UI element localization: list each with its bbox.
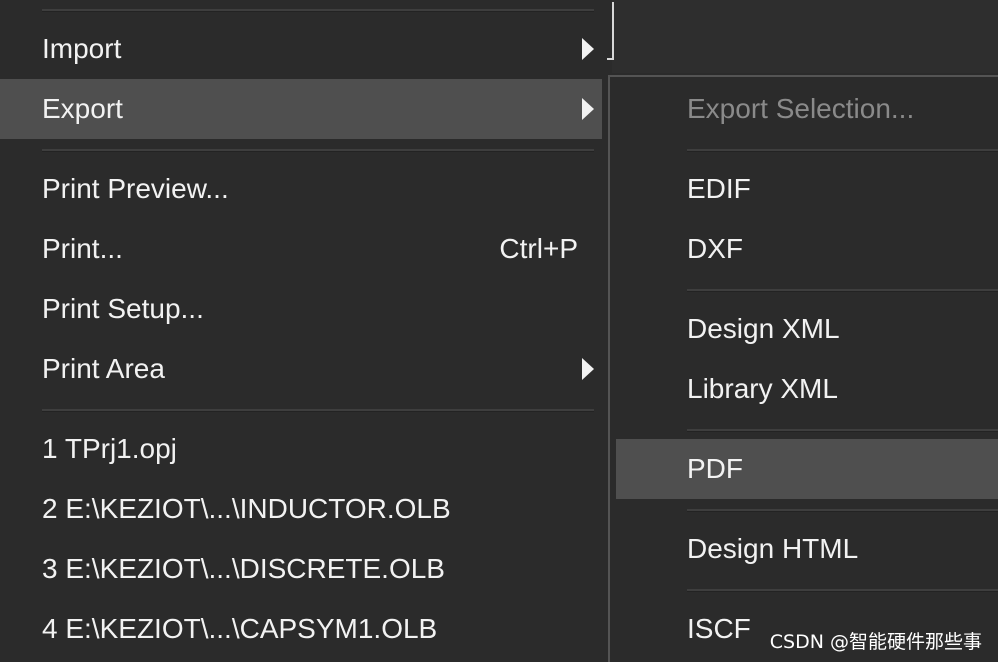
submenu-item-label: EDIF bbox=[687, 173, 751, 204]
submenu-item-pdf[interactable]: PDF bbox=[616, 439, 998, 499]
recent-file-3[interactable]: 3 E:\KEZIOT\...\DISCRETE.OLB bbox=[0, 539, 602, 599]
submenu-arrow-icon bbox=[582, 98, 594, 120]
watermark: CSDN @智能硬件那些事 bbox=[769, 631, 982, 653]
submenu-item-design-html[interactable]: Design HTML bbox=[610, 519, 998, 579]
submenu-arrow-icon bbox=[582, 38, 594, 60]
menu-item-shortcut: Ctrl+P bbox=[499, 233, 578, 264]
submenu-item-label: Library XML bbox=[687, 373, 838, 404]
submenu-item-design-xml[interactable]: Design XML bbox=[610, 299, 998, 359]
menu-item-label: 4 E:\KEZIOT\...\CAPSYM1.OLB bbox=[42, 613, 438, 644]
menu-item-print-area[interactable]: Print Area bbox=[0, 339, 602, 399]
menu-separator bbox=[687, 589, 998, 592]
submenu-item-label: DXF bbox=[687, 233, 743, 264]
menu-item-import[interactable]: Import bbox=[0, 19, 602, 79]
menu-item-print-preview[interactable]: Print Preview... bbox=[0, 159, 602, 219]
menu-item-export[interactable]: Export bbox=[0, 79, 602, 139]
menu-item-label: Import bbox=[42, 33, 122, 64]
menu-separator bbox=[42, 149, 594, 152]
window-background bbox=[612, 0, 998, 73]
submenu-item-export-selection: Export Selection... bbox=[610, 79, 998, 139]
menu-separator bbox=[687, 149, 998, 152]
menu-separator bbox=[42, 409, 594, 412]
menu-item-label: Print Preview... bbox=[42, 173, 229, 204]
submenu-item-label: Design HTML bbox=[687, 533, 859, 564]
file-menu: Import Export Print Preview... Print... … bbox=[0, 0, 604, 662]
export-submenu: Export Selection... EDIF DXF Design XML … bbox=[608, 75, 998, 662]
menu-item-print[interactable]: Print... Ctrl+P bbox=[0, 219, 602, 279]
recent-file-1[interactable]: 1 TPrj1.opj bbox=[0, 419, 602, 479]
menu-item-label: 2 E:\KEZIOT\...\INDUCTOR.OLB bbox=[42, 493, 451, 524]
menu-item-label: 1 TPrj1.opj bbox=[42, 433, 177, 464]
recent-file-2[interactable]: 2 E:\KEZIOT\...\INDUCTOR.OLB bbox=[0, 479, 602, 539]
menu-item-label: Export bbox=[42, 93, 123, 124]
submenu-item-label: ISCF bbox=[687, 613, 751, 644]
menu-item-label: Print Setup... bbox=[42, 293, 204, 324]
menu-item-label: 3 E:\KEZIOT\...\DISCRETE.OLB bbox=[42, 553, 445, 584]
menu-item-print-setup[interactable]: Print Setup... bbox=[0, 279, 602, 339]
menu-separator bbox=[687, 509, 998, 512]
menu-item-label: Print Area bbox=[42, 353, 165, 384]
submenu-item-label: PDF bbox=[687, 453, 743, 484]
submenu-item-label: Design XML bbox=[687, 313, 840, 344]
submenu-item-edif[interactable]: EDIF bbox=[610, 159, 998, 219]
submenu-item-label: Export Selection... bbox=[687, 93, 915, 124]
window-edge-marker bbox=[607, 2, 614, 60]
menu-separator bbox=[687, 429, 998, 432]
menu-separator bbox=[42, 9, 594, 12]
menu-separator bbox=[687, 289, 998, 292]
submenu-item-library-xml[interactable]: Library XML bbox=[610, 359, 998, 419]
menu-item-label: Print... bbox=[42, 233, 123, 264]
recent-file-4[interactable]: 4 E:\KEZIOT\...\CAPSYM1.OLB bbox=[0, 599, 602, 659]
submenu-arrow-icon bbox=[582, 358, 594, 380]
submenu-item-dxf[interactable]: DXF bbox=[610, 219, 998, 279]
